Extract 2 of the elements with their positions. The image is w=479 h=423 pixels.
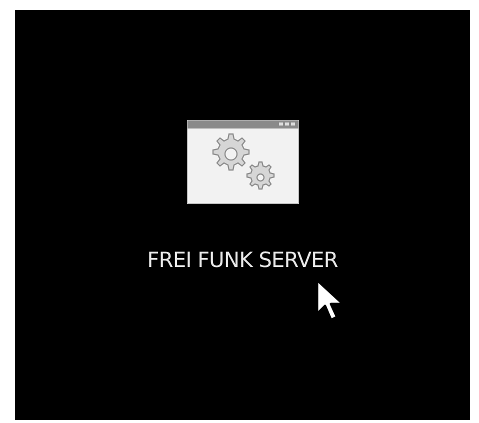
app-window-icon[interactable] [186,120,298,204]
tile-label[interactable]: FREI FUNK SERVER [147,248,338,272]
